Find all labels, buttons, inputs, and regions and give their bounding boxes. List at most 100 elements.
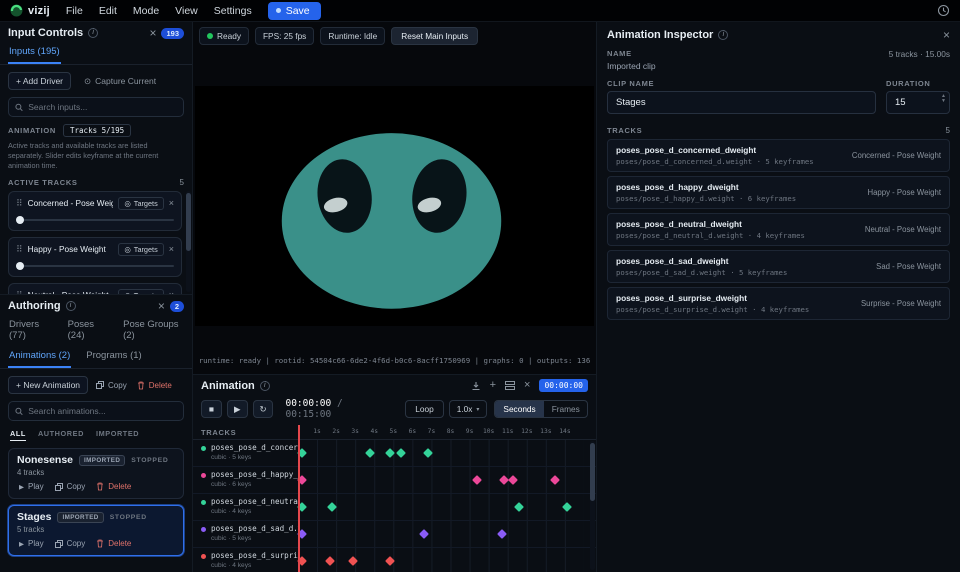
- info-icon[interactable]: i: [65, 301, 76, 311]
- playback-speed-select[interactable]: 1.0x ▾: [448, 400, 488, 418]
- add-driver-button[interactable]: + Add Driver: [8, 72, 72, 90]
- tab-poses[interactable]: Poses (24): [67, 315, 108, 346]
- scrollbar-thumb[interactable]: [590, 443, 595, 502]
- track-lane[interactable]: [296, 467, 584, 493]
- keyframe-diamond[interactable]: [422, 448, 433, 458]
- copy-button[interactable]: Copy: [53, 538, 88, 549]
- menu-view[interactable]: View: [175, 5, 198, 17]
- keyframe-diamond[interactable]: [550, 475, 561, 485]
- unit-frames-button[interactable]: Frames: [544, 401, 587, 417]
- pose-weight-slider[interactable]: [16, 261, 174, 270]
- add-icon[interactable]: +: [490, 380, 496, 391]
- delete-animation-button[interactable]: Delete: [135, 380, 174, 391]
- keyframe-diamond[interactable]: [384, 448, 395, 458]
- reset-main-inputs-button[interactable]: Reset Main Inputs: [391, 27, 479, 45]
- drag-handle-icon[interactable]: ⠿: [16, 198, 23, 209]
- close-icon[interactable]: ×: [149, 27, 156, 39]
- slider-thumb[interactable]: [16, 261, 24, 270]
- animations-search[interactable]: [8, 401, 184, 421]
- keyframe-diamond[interactable]: [472, 475, 483, 485]
- clip-name-input[interactable]: [607, 91, 876, 114]
- keyframe-diamond[interactable]: [327, 502, 338, 512]
- save-button[interactable]: Save: [267, 1, 321, 20]
- layers-icon[interactable]: [505, 381, 516, 390]
- inputs-search-input[interactable]: [28, 102, 177, 112]
- animation-item-stages[interactable]: Stages IMPORTED STOPPED 5 tracks ▶ Play C…: [8, 505, 184, 556]
- keyframe-diamond[interactable]: [325, 556, 336, 566]
- remove-track-icon[interactable]: ×: [169, 290, 174, 294]
- close-icon[interactable]: ×: [524, 380, 530, 391]
- slider-track[interactable]: [16, 218, 174, 221]
- keyframe-diamond[interactable]: [365, 448, 376, 458]
- scrollbar[interactable]: [186, 190, 191, 292]
- keyframe-diamond[interactable]: [418, 529, 429, 539]
- drag-handle-icon[interactable]: ⠿: [16, 290, 23, 294]
- inspector-track-row[interactable]: poses_pose_d_sad_dweight poses/pose_d_sa…: [607, 250, 950, 283]
- menu-settings[interactable]: Settings: [214, 5, 252, 17]
- info-icon[interactable]: i: [88, 28, 99, 38]
- menu-mode[interactable]: Mode: [133, 5, 159, 17]
- play-button[interactable]: ▶: [226, 400, 248, 418]
- tab-programs[interactable]: Programs (1): [85, 346, 142, 368]
- targets-button[interactable]: ◎Targets: [118, 196, 164, 210]
- info-icon[interactable]: i: [718, 30, 729, 40]
- keyframe-diamond[interactable]: [514, 502, 525, 512]
- capture-current-button[interactable]: ⊙ Capture Current: [77, 73, 163, 90]
- copy-animation-button[interactable]: Copy: [94, 380, 129, 391]
- inputs-search[interactable]: [8, 97, 184, 117]
- drag-handle-icon[interactable]: ⠿: [16, 244, 23, 255]
- new-animation-button[interactable]: + New Animation: [8, 376, 89, 394]
- menu-file[interactable]: File: [66, 5, 83, 17]
- keyframe-diamond[interactable]: [396, 448, 406, 458]
- history-icon[interactable]: [937, 4, 950, 17]
- pose-weight-slider[interactable]: [16, 215, 174, 224]
- loop-mode-button[interactable]: Loop: [405, 400, 444, 418]
- delete-button[interactable]: Delete: [94, 538, 133, 549]
- 3d-viewport[interactable]: [195, 86, 594, 326]
- targets-button[interactable]: ◎Targets: [118, 242, 164, 256]
- animations-search-input[interactable]: [28, 406, 177, 416]
- animation-item-nonesense[interactable]: Nonesense IMPORTED STOPPED 4 tracks ▶ Pla…: [8, 448, 184, 499]
- tab-pose-groups[interactable]: Pose Groups (2): [122, 315, 184, 346]
- remove-track-icon[interactable]: ×: [169, 198, 174, 208]
- inspector-track-row[interactable]: poses_pose_d_surprise_dweight poses/pose…: [607, 287, 950, 320]
- stepper-down-icon[interactable]: ▼: [941, 99, 946, 104]
- slider-track[interactable]: [16, 264, 174, 267]
- track-lane[interactable]: [296, 440, 584, 466]
- track-lane[interactable]: [296, 494, 584, 520]
- scrollbar-thumb[interactable]: [186, 192, 191, 252]
- filter-authored[interactable]: AUTHORED: [38, 429, 84, 441]
- targets-button[interactable]: ◎Targets: [118, 288, 164, 294]
- close-icon[interactable]: ×: [158, 300, 165, 312]
- keyframe-diamond[interactable]: [384, 556, 395, 566]
- inspector-track-row[interactable]: poses_pose_d_neutral_dweight poses/pose_…: [607, 213, 950, 246]
- slider-thumb[interactable]: [16, 215, 24, 224]
- track-lane[interactable]: [296, 548, 584, 572]
- delete-button[interactable]: Delete: [94, 481, 133, 492]
- keyframe-diamond[interactable]: [508, 475, 519, 485]
- close-icon[interactable]: ×: [943, 29, 950, 41]
- play-button[interactable]: ▶ Play: [17, 538, 46, 549]
- keyframe-diamond[interactable]: [497, 529, 507, 539]
- export-icon[interactable]: [471, 381, 481, 391]
- timeline-ruler[interactable]: 1s 2s 3s 4s 5s 6s 7s 8s 9s 10s 11s 12s 13s 14s: [298, 425, 584, 439]
- unit-seconds-button[interactable]: Seconds: [495, 401, 544, 417]
- menu-edit[interactable]: Edit: [99, 5, 117, 17]
- keyframe-diamond[interactable]: [348, 556, 359, 566]
- tab-drivers[interactable]: Drivers (77): [8, 315, 53, 346]
- keyframe-diamond[interactable]: [561, 502, 572, 512]
- filter-imported[interactable]: IMPORTED: [96, 429, 139, 441]
- copy-button[interactable]: Copy: [53, 481, 88, 492]
- loop-toggle-button[interactable]: ↻: [252, 400, 274, 418]
- track-lane[interactable]: [296, 521, 584, 547]
- tab-inputs[interactable]: Inputs (195): [8, 42, 61, 64]
- filter-all[interactable]: ALL: [10, 429, 26, 441]
- remove-track-icon[interactable]: ×: [169, 244, 174, 254]
- stop-button[interactable]: ■: [201, 400, 222, 418]
- app-logo[interactable]: vizij: [10, 4, 50, 17]
- playhead[interactable]: [298, 425, 300, 572]
- info-icon[interactable]: i: [259, 380, 270, 391]
- duration-stepper[interactable]: ▲ ▼: [941, 94, 946, 104]
- scrollbar[interactable]: [590, 441, 595, 570]
- inspector-track-row[interactable]: poses_pose_d_concerned_dweight poses/pos…: [607, 139, 950, 172]
